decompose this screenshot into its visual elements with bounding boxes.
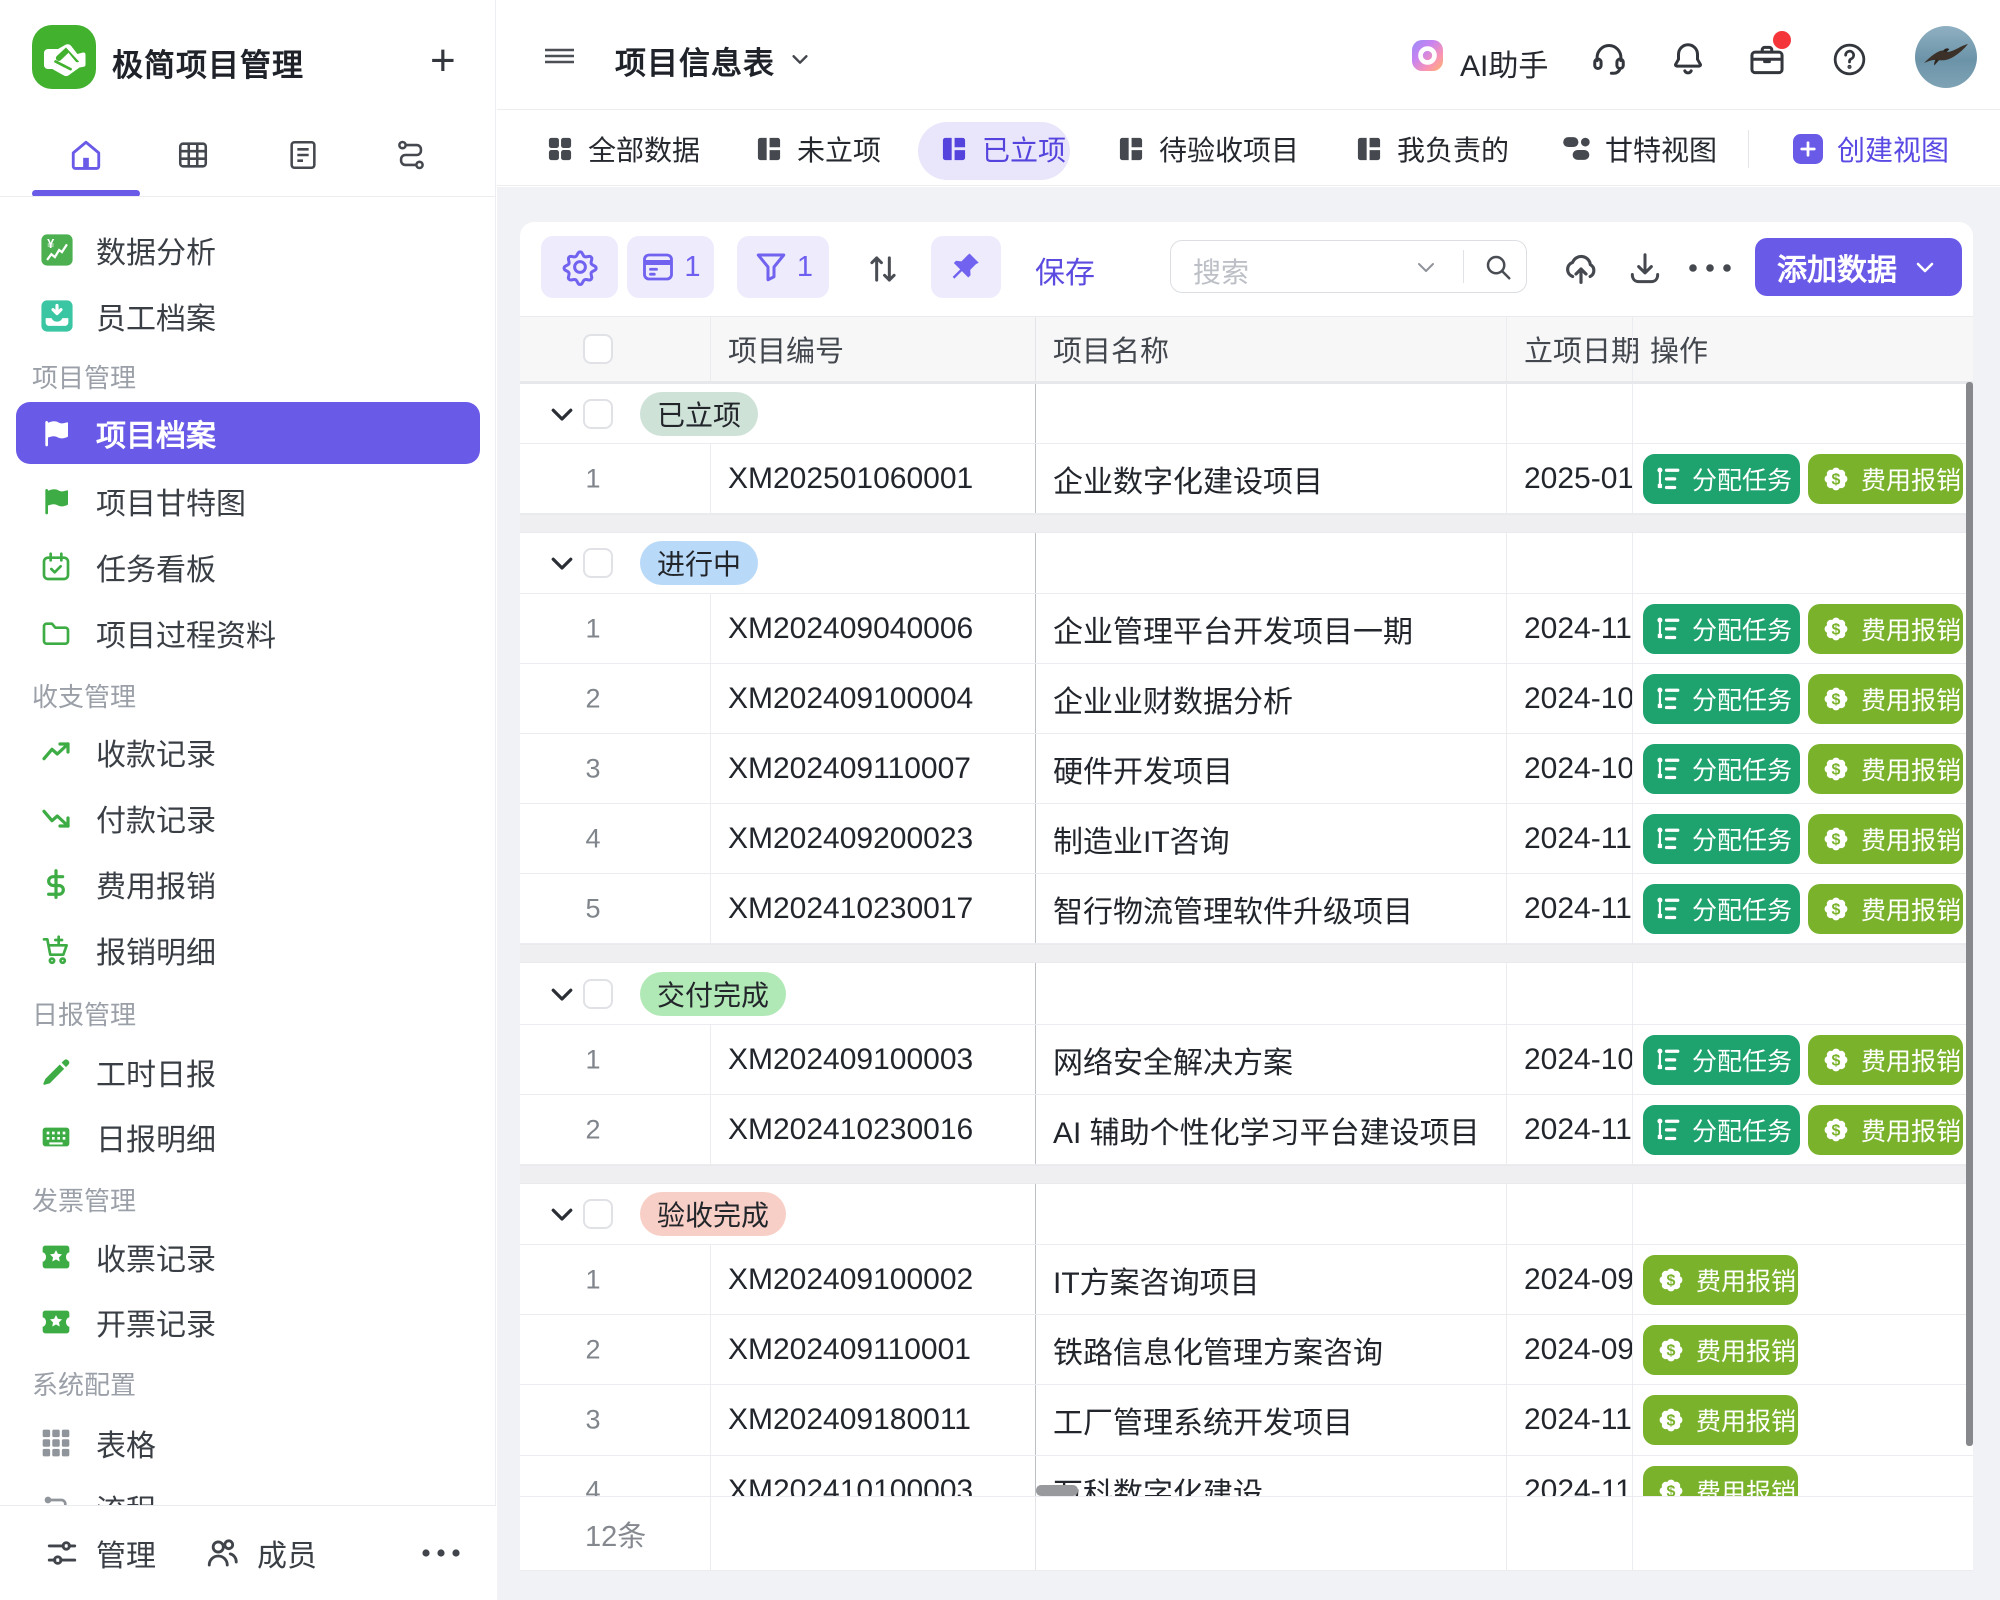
svg-text:¥: ¥ (47, 236, 55, 251)
